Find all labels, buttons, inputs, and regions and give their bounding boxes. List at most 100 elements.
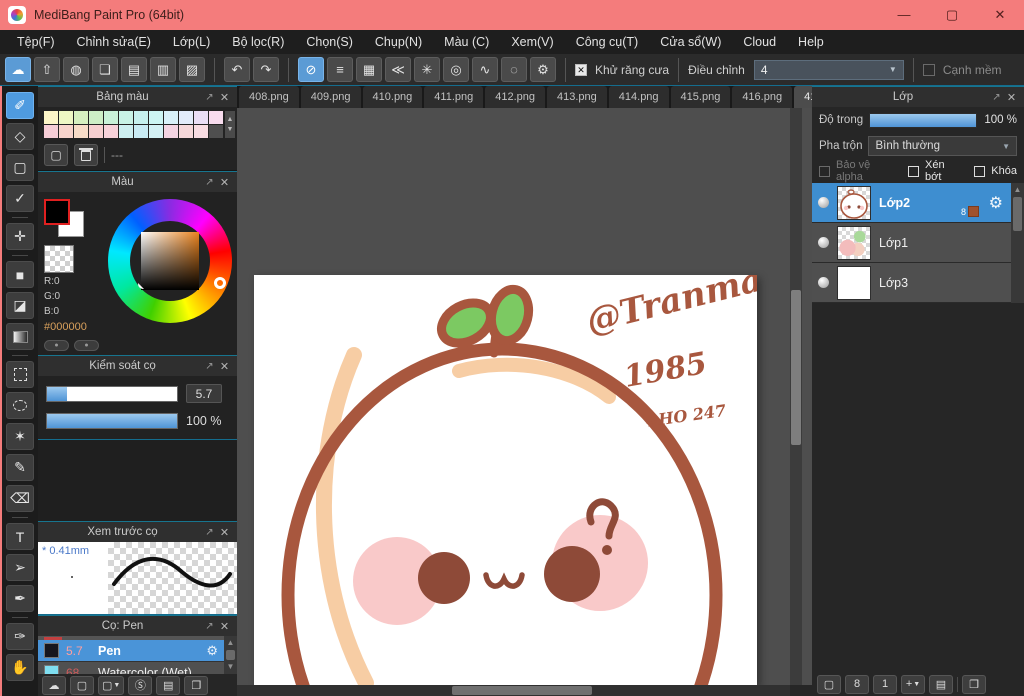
popout-icon[interactable]: ↗ [202, 527, 217, 538]
scrollbar-thumb[interactable] [791, 290, 801, 445]
add-layer-menu-button[interactable]: + ▼ [901, 674, 925, 694]
color-option-button[interactable]: ● [74, 340, 99, 351]
color-swatch[interactable] [134, 125, 148, 138]
canvas-vertical-scrollbar[interactable] [790, 108, 802, 685]
maximize-button[interactable]: ▢ [928, 0, 976, 30]
menu-help[interactable]: Help [787, 35, 835, 49]
transparent-color-swatch[interactable] [44, 245, 74, 273]
scrollbar-thumb[interactable] [452, 686, 592, 695]
select-eraser-tool[interactable]: ⌫ [6, 485, 34, 512]
color-swatch[interactable] [104, 111, 118, 124]
color-swatch[interactable] [74, 111, 88, 124]
hue-cursor[interactable] [214, 277, 226, 289]
cloud-sync-button[interactable]: ☁ [5, 57, 31, 82]
duplicate-layer-button[interactable]: ❐ [962, 674, 986, 694]
blend-dropdown[interactable]: Bình thường ▼ [868, 136, 1017, 156]
layer-row-lop2[interactable]: Lớp2 ⚙ 8 [812, 183, 1011, 223]
scrollbar-thumb[interactable] [226, 650, 235, 660]
brush-size-slider[interactable] [46, 385, 178, 402]
color-swatch[interactable] [149, 111, 163, 124]
color-swatch[interactable] [194, 125, 208, 138]
soft-edge-checkbox[interactable] [922, 63, 935, 76]
tab-416[interactable]: 416.png [732, 86, 793, 108]
adjust-dropdown[interactable]: 4 ▼ [753, 59, 904, 80]
popout-icon[interactable]: ↗ [202, 177, 217, 188]
script-brush-button[interactable]: Ⓢ [128, 675, 153, 695]
color-swatch[interactable] [164, 125, 178, 138]
color-swatch[interactable] [209, 125, 223, 138]
snap-vanishing-button[interactable]: ≪ [385, 57, 411, 82]
lasso-tool[interactable] [6, 392, 34, 419]
canvas-area[interactable]: @Tranma 1985 #HO 247 [237, 108, 812, 696]
scroll-up-icon[interactable]: ▲ [1014, 185, 1022, 195]
menu-window[interactable]: Cửa sổ(W) [649, 35, 732, 49]
scroll-down-icon[interactable]: ▼ [227, 662, 235, 672]
menu-tools[interactable]: Công cụ(T) [565, 35, 650, 49]
new-1bit-layer-button[interactable]: 1 [873, 674, 897, 694]
layer-gear-icon[interactable]: ⚙ [989, 193, 1003, 213]
popout-icon[interactable]: ↗ [202, 92, 217, 103]
text-tool[interactable]: T [6, 523, 34, 550]
operate-tool[interactable]: ➢ [6, 554, 34, 581]
upload-button[interactable]: ⇧ [34, 57, 60, 82]
move-tool[interactable]: ✛ [6, 223, 34, 250]
brush-list-scrollbar[interactable]: ▲ ▼ [224, 636, 237, 674]
snap-curve-button[interactable]: ∿ [472, 57, 498, 82]
brush-settings-gear-icon[interactable]: ⚙ [206, 643, 218, 659]
close-icon[interactable]: ✕ [1004, 91, 1019, 104]
menu-file[interactable]: Tệp(F) [6, 35, 66, 49]
clipping-checkbox[interactable] [908, 165, 920, 177]
brush-opacity-slider[interactable] [46, 413, 178, 429]
close-icon[interactable]: ✕ [217, 176, 232, 189]
color-swatch[interactable] [209, 111, 223, 124]
hand-tool[interactable]: ✋ [6, 654, 34, 681]
color-swatch[interactable] [89, 125, 103, 138]
snap-concentric-button[interactable]: ◎ [443, 57, 469, 82]
close-button[interactable]: ✕ [976, 0, 1024, 30]
brush-size-value[interactable]: 5.7 [186, 384, 222, 403]
menu-color[interactable]: Màu (C) [433, 35, 500, 49]
menu-capture[interactable]: Chụp(N) [364, 35, 433, 49]
add-brush-button[interactable]: ▢ [70, 675, 94, 695]
palette-scroll-spinner[interactable]: ▲ ▼ [225, 111, 235, 138]
tab-412[interactable]: 412.png [485, 86, 546, 108]
magic-wand-tool[interactable]: ✶ [6, 423, 34, 450]
bucket-tool[interactable]: ◪ [6, 292, 34, 319]
canvas-horizontal-scrollbar[interactable] [237, 685, 790, 696]
tab-409[interactable]: 409.png [300, 86, 361, 108]
layer-visibility-dot[interactable] [818, 237, 829, 248]
snap-radial-button[interactable]: ✳ [414, 57, 440, 82]
scrollbar-thumb[interactable] [1013, 197, 1022, 231]
color-swatch[interactable] [44, 111, 58, 124]
popout-icon[interactable]: ↗ [202, 361, 217, 372]
select-pen-tool[interactable]: ✎ [6, 454, 34, 481]
color-swatch[interactable] [119, 125, 133, 138]
tab-415[interactable]: 415.png [670, 86, 731, 108]
color-swatch[interactable] [89, 111, 103, 124]
snap-grid-button[interactable]: ▦ [356, 57, 382, 82]
close-icon[interactable]: ✕ [217, 91, 232, 104]
comment-button[interactable]: ❏ [92, 57, 118, 82]
color-swatch[interactable] [179, 125, 193, 138]
color-swatch[interactable] [59, 111, 73, 124]
document-edit-button[interactable]: ▨ [179, 57, 205, 82]
close-icon[interactable]: ✕ [217, 360, 232, 373]
tab-411[interactable]: 411.png [424, 86, 484, 108]
alpha-protect-checkbox[interactable] [819, 165, 830, 177]
gear-button[interactable]: ⚙ [530, 57, 556, 82]
gradient-tool[interactable] [6, 323, 34, 350]
add-brush-menu-button[interactable]: ▢ ▼ [98, 675, 125, 695]
menu-cloud[interactable]: Cloud [732, 35, 787, 49]
color-swatch[interactable] [164, 111, 178, 124]
eyedropper-tool[interactable]: ✑ [6, 623, 34, 650]
eraser-tool[interactable]: ◇ [6, 123, 34, 150]
scroll-up-icon[interactable]: ▲ [227, 638, 235, 648]
duplicate-brush-button[interactable]: ❐ [184, 675, 209, 695]
canvas[interactable]: @Tranma 1985 #HO 247 [254, 259, 766, 696]
minimize-button[interactable]: — [880, 0, 928, 30]
color-swatch[interactable] [119, 111, 133, 124]
close-icon[interactable]: ✕ [217, 620, 232, 633]
add-color-button[interactable]: ▢ [44, 144, 68, 166]
tab-414[interactable]: 414.png [608, 86, 669, 108]
document-list-button[interactable]: ▥ [150, 57, 176, 82]
